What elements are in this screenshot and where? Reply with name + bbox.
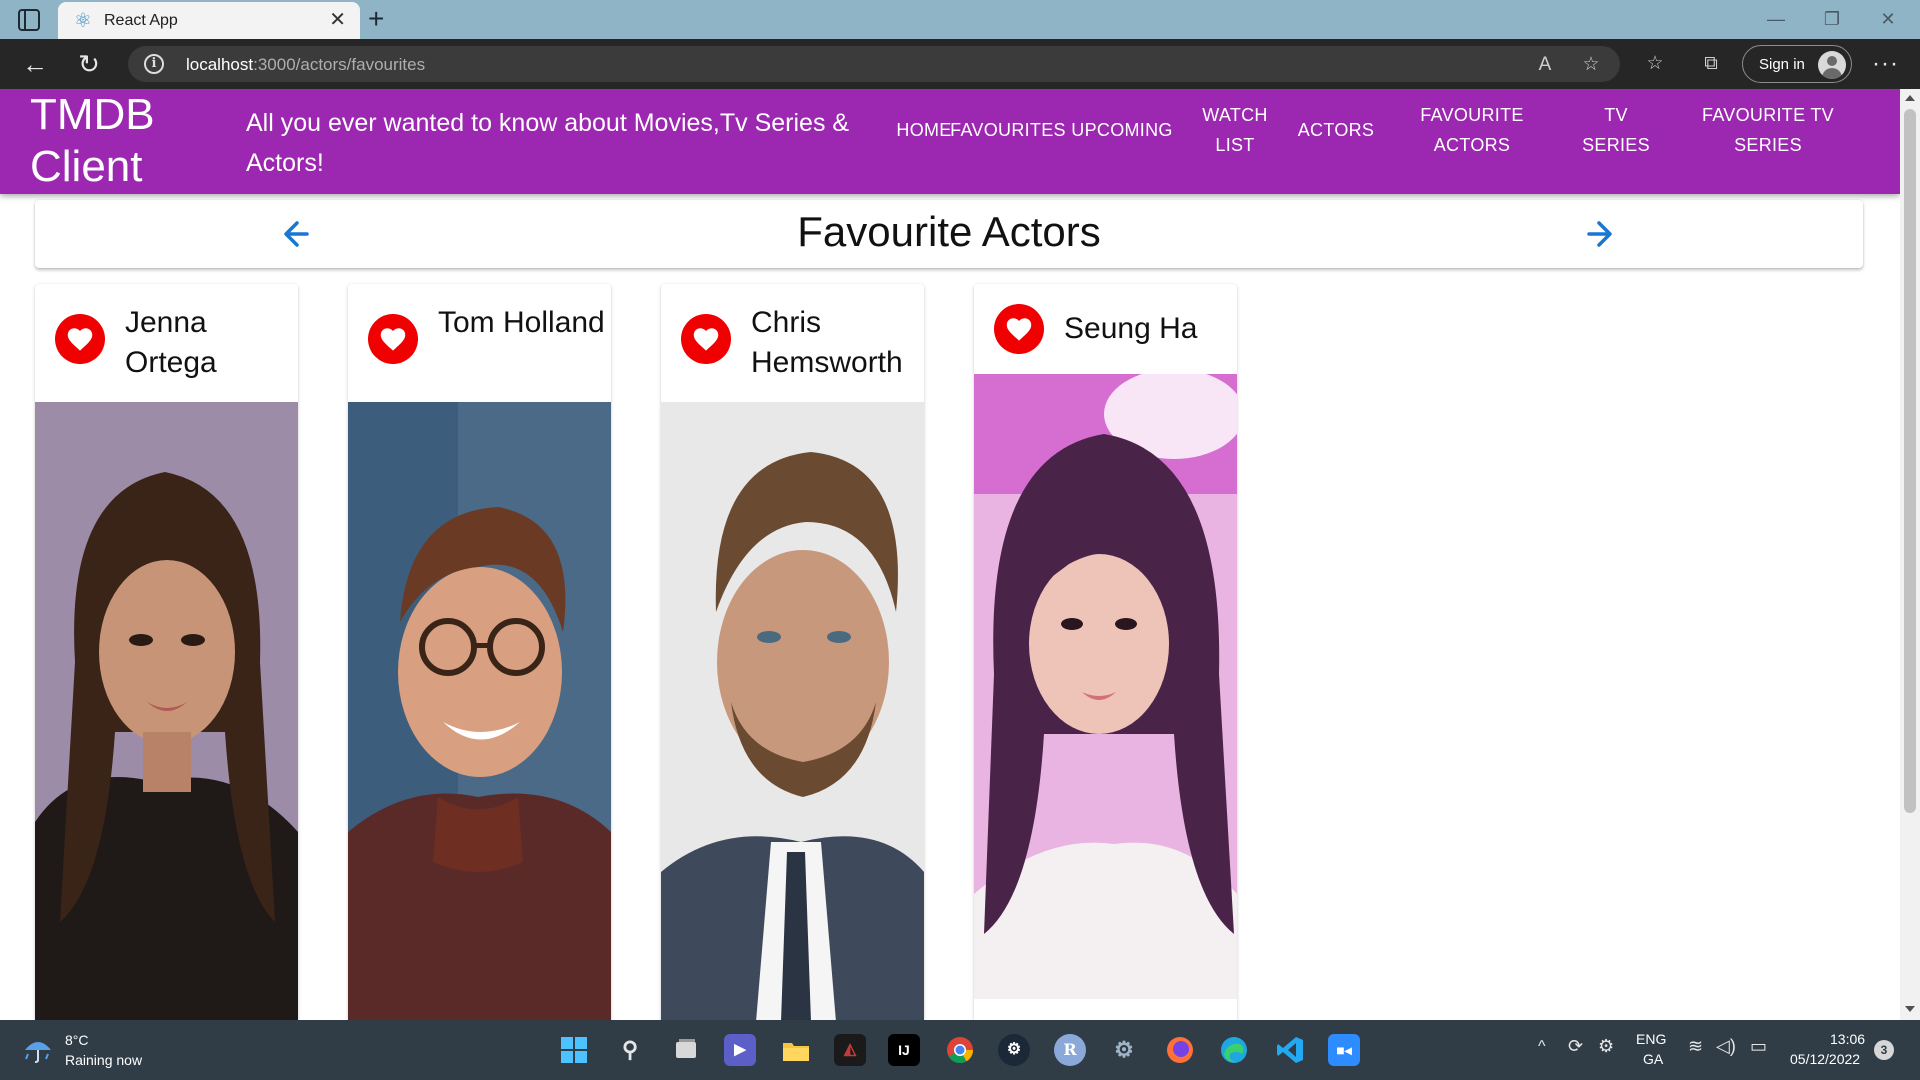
heart-icon xyxy=(368,314,418,364)
back-icon[interactable]: ← xyxy=(20,49,50,79)
task-view-icon[interactable] xyxy=(670,1034,702,1066)
steam-icon[interactable]: ⚙ xyxy=(998,1034,1030,1066)
card-header: Jenna Ortega xyxy=(35,284,298,402)
language-bottom[interactable]: GA xyxy=(1643,1051,1663,1067)
r-app-icon[interactable]: R xyxy=(1054,1034,1086,1066)
actor-photo xyxy=(348,402,611,1020)
actor-card[interactable]: Tom Holland xyxy=(348,284,611,1020)
nav-actors[interactable]: ACTORS xyxy=(1284,115,1388,145)
restore-button[interactable]: ❐ xyxy=(1812,6,1852,32)
scroll-up-icon[interactable] xyxy=(1905,95,1915,101)
tab-actions-icon[interactable] xyxy=(18,9,40,31)
refresh-icon[interactable]: ↻ xyxy=(74,49,104,79)
profile-avatar-icon xyxy=(1818,51,1846,79)
actor-name: Jenna Ortega xyxy=(125,306,217,379)
actor-photo xyxy=(35,402,298,1020)
actor-name: Chris Hemsworth xyxy=(751,306,903,379)
app-header: TMDB Client All you ever wanted to know … xyxy=(0,89,1900,194)
browser-tab-bar: ⚛ React App ✕ + — ❐ ✕ xyxy=(0,0,1920,39)
language-top[interactable]: ENG xyxy=(1636,1031,1666,1047)
nav-favourite-tv-series[interactable]: FAVOURITE TV SERIES xyxy=(1688,100,1848,160)
sync-icon[interactable]: ⟳ xyxy=(1568,1036,1583,1057)
show-hidden-icons-icon[interactable]: ^ xyxy=(1538,1038,1546,1056)
acer-app-icon[interactable]: ◭ xyxy=(834,1034,866,1066)
address-bar: ← ↻ i localhost:3000/actors/favourites A… xyxy=(0,39,1920,89)
card-header: Chris Hemsworth xyxy=(661,284,924,402)
settings-gear-icon[interactable]: ⚙ xyxy=(1108,1034,1140,1066)
more-options-icon[interactable]: ··· xyxy=(1872,49,1899,79)
nav-upcoming[interactable]: UPCOMING xyxy=(1068,115,1176,145)
brand-title: TMDB Client xyxy=(30,90,155,191)
url-field[interactable]: i localhost:3000/actors/favourites A ☆ xyxy=(128,46,1620,82)
browser-tab[interactable]: ⚛ React App ✕ xyxy=(58,2,360,39)
site-info-icon[interactable]: i xyxy=(144,54,164,74)
scroll-thumb[interactable] xyxy=(1904,109,1916,813)
nav-watch-list[interactable]: WATCH LIST xyxy=(1192,100,1278,160)
search-icon[interactable]: ⚲ xyxy=(614,1034,646,1066)
actor-photo xyxy=(974,374,1237,999)
clock-date[interactable]: 05/12/2022 xyxy=(1790,1051,1860,1067)
weather-temperature: 8°C xyxy=(65,1032,89,1048)
intellij-icon[interactable]: IJ xyxy=(888,1034,920,1066)
edge-icon[interactable] xyxy=(1218,1034,1250,1066)
url-text[interactable]: localhost:3000/actors/favourites xyxy=(186,55,425,75)
weather-description: Raining now xyxy=(65,1052,143,1068)
windows-taskbar: 8°C Raining now ⚲ ▶ ◭ IJ ⚙ R ⚙ ■◂ ^ ⟳ ⚙ … xyxy=(0,1020,1920,1080)
favourites-icon[interactable]: ☆ xyxy=(1642,51,1668,77)
notification-badge[interactable]: 3 xyxy=(1874,1040,1894,1060)
battery-icon[interactable]: ▭ xyxy=(1750,1036,1767,1057)
page-scrollbar[interactable] xyxy=(1900,89,1920,1020)
nav-tv-series[interactable]: TV SERIES xyxy=(1576,100,1656,160)
file-explorer-icon[interactable] xyxy=(780,1034,812,1066)
actor-name: Seung Ha xyxy=(1064,312,1198,345)
umbrella-rain-icon[interactable] xyxy=(22,1034,54,1064)
arrow-right-icon[interactable] xyxy=(1575,210,1623,258)
page: TMDB Client All you ever wanted to know … xyxy=(0,89,1920,1020)
volume-icon[interactable]: ◁) xyxy=(1716,1036,1736,1057)
nav-favourites[interactable]: FAVOURITES xyxy=(948,115,1068,145)
actor-name: Tom Holland xyxy=(438,306,605,339)
wifi-icon[interactable]: ≋ xyxy=(1688,1036,1703,1057)
actor-card[interactable]: Seung Ha xyxy=(974,284,1237,1020)
actor-photo xyxy=(661,402,924,1020)
vscode-icon[interactable] xyxy=(1274,1034,1306,1066)
page-header: Favourite Actors xyxy=(35,200,1863,268)
nav-favourite-actors[interactable]: FAVOURITE ACTORS xyxy=(1400,100,1544,160)
close-tab-icon[interactable]: ✕ xyxy=(329,10,346,30)
add-favourite-icon[interactable]: ☆ xyxy=(1578,52,1604,78)
clock-time[interactable]: 13:06 xyxy=(1830,1031,1865,1047)
card-header: Tom Holland xyxy=(348,284,611,402)
read-aloud-icon[interactable]: A xyxy=(1532,52,1558,78)
new-tab-button[interactable]: + xyxy=(368,4,384,34)
card-header: Seung Ha xyxy=(974,284,1237,374)
collections-icon[interactable]: ⧉ xyxy=(1698,51,1724,77)
scroll-down-icon[interactable] xyxy=(1905,1006,1915,1012)
teams-chat-icon[interactable]: ▶ xyxy=(724,1034,756,1066)
react-favicon-icon: ⚛ xyxy=(74,10,92,32)
chrome-icon[interactable] xyxy=(944,1034,976,1066)
steam-tray-icon[interactable]: ⚙ xyxy=(1598,1036,1614,1057)
tab-title: React App xyxy=(104,12,178,29)
heart-icon xyxy=(994,304,1044,354)
minimize-button[interactable]: — xyxy=(1756,6,1796,32)
sign-in-button[interactable]: Sign in xyxy=(1742,45,1852,83)
heart-icon xyxy=(681,314,731,364)
tagline: All you ever wanted to know about Movies… xyxy=(246,109,850,177)
heart-icon xyxy=(55,314,105,364)
windows-start-icon[interactable] xyxy=(558,1034,590,1066)
actor-card[interactable]: Jenna Ortega xyxy=(35,284,298,1020)
firefox-icon[interactable] xyxy=(1164,1034,1196,1066)
zoom-icon[interactable]: ■◂ xyxy=(1328,1034,1360,1066)
actor-card[interactable]: Chris Hemsworth xyxy=(661,284,924,1020)
close-window-button[interactable]: ✕ xyxy=(1868,6,1908,32)
